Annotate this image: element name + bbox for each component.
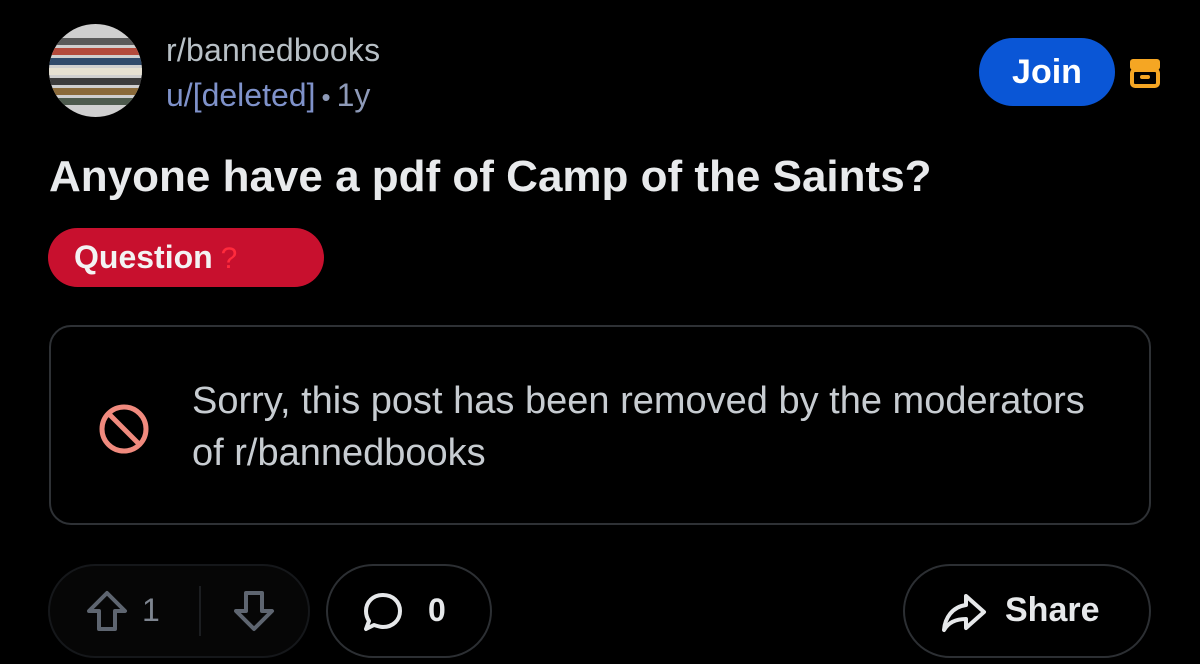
archive-icon[interactable] [1127, 54, 1163, 90]
post-meta: u/[deleted] • 1y [166, 75, 370, 117]
join-button[interactable]: Join [979, 38, 1115, 106]
flair-badge[interactable]: Question? [48, 228, 324, 287]
removed-notice-text: Sorry, this post has been removed by the… [192, 380, 1085, 474]
post-title[interactable]: Anyone have a pdf of Camp of the Saints? [49, 150, 932, 204]
subreddit-avatar[interactable] [49, 24, 142, 117]
prohibited-icon [99, 404, 149, 454]
comments-button[interactable] [326, 564, 492, 658]
flair-label: Question [74, 239, 213, 275]
share-icon [942, 594, 986, 632]
post-age: 1y [336, 77, 371, 113]
vote-divider [199, 586, 201, 636]
question-mark-icon: ? [220, 242, 238, 275]
author-link[interactable]: u/[deleted] [166, 77, 315, 113]
upvote-icon[interactable] [83, 587, 131, 635]
downvote-icon[interactable] [230, 587, 278, 635]
comment-icon [364, 593, 402, 631]
subreddit-name[interactable]: r/bannedbooks [166, 30, 380, 70]
vote-count: 1 [142, 592, 160, 628]
comment-count: 0 [428, 592, 446, 628]
share-label: Share [1005, 591, 1100, 629]
meta-separator: • [321, 82, 331, 112]
